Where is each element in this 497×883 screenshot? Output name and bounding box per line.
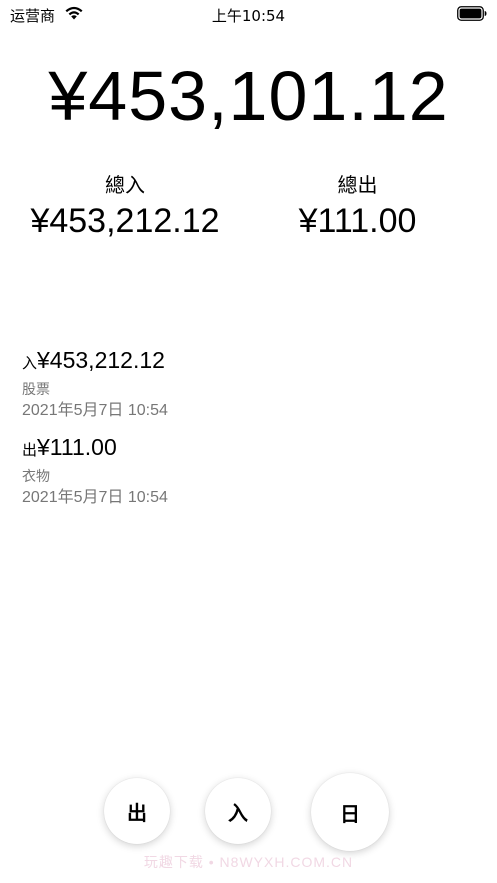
transaction-list: 入¥453,212.12 股票 2021年5月7日 10:54 出¥111.00…	[22, 345, 422, 519]
daily-view-button[interactable]: 日	[311, 773, 389, 851]
transaction-amount: ¥453,212.12	[37, 347, 165, 373]
expense-summary: 總出 ¥111.00	[255, 170, 460, 242]
add-income-button[interactable]: 入	[205, 778, 271, 844]
status-bar: 运营商 上午10:54	[0, 0, 497, 28]
add-expense-button[interactable]: 出	[104, 778, 170, 844]
watermark: 玩趣下载 • N8WYXH.COM.CN	[143, 854, 354, 870]
expense-total-value: ¥111.00	[298, 202, 417, 240]
transaction-amount-line: 入¥453,212.12	[22, 345, 422, 378]
transaction-amount-line: 出¥111.00	[22, 432, 422, 465]
transaction-row[interactable]: 入¥453,212.12 股票 2021年5月7日 10:54	[22, 345, 422, 422]
transaction-category: 衣物	[22, 469, 50, 485]
income-total-label: 總入	[105, 173, 145, 197]
transaction-category: 股票	[22, 382, 50, 398]
battery-icon	[457, 6, 487, 21]
transaction-type: 入	[22, 354, 38, 372]
status-time: 上午10:54	[211, 7, 286, 25]
expense-total-label: 總出	[337, 173, 378, 197]
transaction-date: 2021年5月7日 10:54	[22, 402, 168, 419]
balance-total: ¥453,101.12	[48, 57, 449, 135]
transaction-amount: ¥111.00	[37, 434, 117, 460]
transaction-date: 2021年5月7日 10:54	[22, 489, 168, 506]
income-total-value: ¥453,212.12	[30, 202, 220, 240]
income-summary: 總入 ¥453,212.12	[10, 170, 240, 242]
transaction-type: 出	[22, 441, 38, 459]
transaction-row[interactable]: 出¥111.00 衣物 2021年5月7日 10:54	[22, 432, 422, 509]
